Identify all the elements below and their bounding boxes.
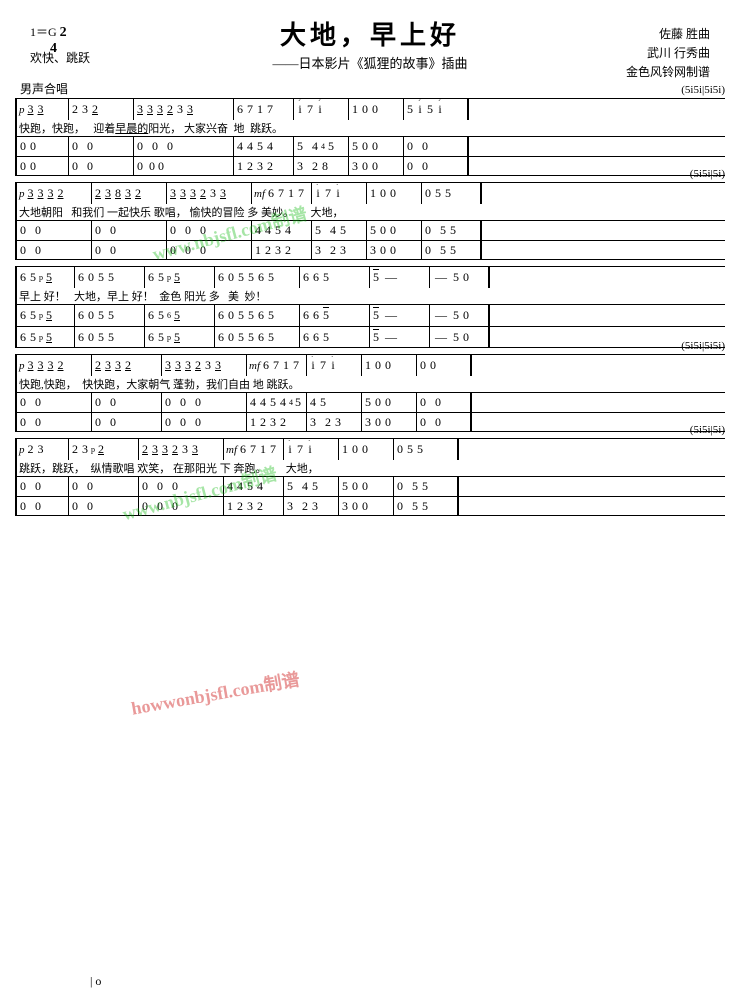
title-area: 大地，早上好 ——日本影片《狐狸的故事》插曲 <box>15 15 725 72</box>
m6: 1 0 0 <box>349 99 404 120</box>
time-signature: 2 <box>60 25 67 40</box>
subtitle: ——日本影片《狐狸的故事》插曲 <box>15 53 725 72</box>
page-marker: | o <box>90 974 101 989</box>
composer-line3: 金色风铃网制谱 <box>626 63 710 82</box>
sys4-lyrics1: 快跑,快跑， 快快跑，大家朝气 蓬勃，我们自由 地 跳跃。 <box>17 376 725 392</box>
m7: 5 i· 5 i· <box>404 99 469 120</box>
m1: p 3 3 <box>17 99 69 120</box>
sys2-lyrics1: 大地朝阳 和我们 一起快乐 歌唱， 愉快的冒险 多 美妙。 大地， <box>17 204 725 220</box>
dynamic-p1: p <box>19 104 25 116</box>
sys3-lyrics1: 早上 好！ 大地，早上 好！ 金色 阳光 多 美 妙！ <box>17 288 725 304</box>
sys3-row3: 6 5 p 5 6 0 5 5 6 5 p 5 <box>17 326 725 348</box>
sys2-row2: 0 0 0 0 0 0 0 4454 5 45 500 0 55 <box>17 220 725 240</box>
system-1: (5i5i|5i5i) p 3 3 2 3 2 3 <box>15 98 725 176</box>
sys4-row1: p 3 3 3 2 2 3 3 2 3 3 3 <box>17 354 725 376</box>
n1: 3 <box>27 102 35 117</box>
sys2-row1: p 3 3 3 2 2 3 8 3 2 3 3 <box>17 182 725 204</box>
watermark3: howwonbjsfl.com制谱 <box>129 665 301 720</box>
m2: 2 3 2 <box>69 99 134 120</box>
sys4-row3: 0 0 0 0 0 0 0 1232 3 23 300 0 0 <box>17 412 725 432</box>
sys5-row2: 0 0 0 0 0 0 0 4454 5 45 500 0 55 <box>17 476 725 496</box>
key-label: 1＝G <box>30 25 57 39</box>
hint-4: (5i5i|5i5i) <box>681 340 725 352</box>
system-4: (5i5i|5i5i) p 3 3 3 2 2 3 3 2 <box>15 354 725 432</box>
sys1-row3: 00 0 0 0 0 0 1232 3 28 300 0 0 <box>17 156 725 176</box>
system-3: 6 5 p 5 6 0 5 5 6 5 p 5 <box>15 266 725 348</box>
sys4-row2: 0 0 0 0 0 0 0 4454 45 45 500 0 0 <box>17 392 725 412</box>
sys5-row1: p 2 3 2 3 p 2 2 3 3 2 3 <box>17 438 725 460</box>
m5: i· 7 i· <box>294 99 349 120</box>
hint-1: (5i5i|5i5i) <box>681 84 725 96</box>
sys1-staff: p 3 3 2 3 2 3 3 3 2 3 3 <box>15 98 725 176</box>
voice-label: 男声合唱 <box>20 80 725 97</box>
sys3-staff: 6 5 p 5 6 0 5 5 6 5 p 5 <box>15 266 725 348</box>
sys1-row2: 00 0 0 0 0 0 4454 5 445 500 0 0 <box>17 136 725 156</box>
header: 1＝G 2 4 欢快、跳跃 大地，早上好 ——日本影片《狐狸的故事》插曲 佐藤 … <box>15 15 725 80</box>
sys2-row3: 0 0 0 0 0 0 0 1232 3 23 300 0 55 <box>17 240 725 260</box>
hint-2: (5i5i|5i) <box>690 168 725 180</box>
sys1-row1: p 3 3 2 3 2 3 3 3 2 3 3 <box>17 98 725 120</box>
composer-line2: 武川 行秀曲 <box>626 44 710 63</box>
sys3-row1: 6 5 p 5 6 0 5 5 6 5 p 5 <box>17 266 725 288</box>
main-title: 大地，早上好 <box>15 15 725 52</box>
score: (5i5i|5i5i) p 3 3 2 3 2 3 <box>15 98 725 516</box>
sys5-row3: 0 0 0 0 0 0 0 1232 3 23 300 0 55 <box>17 496 725 516</box>
tempo-label: 欢快、跳跃 <box>30 49 90 66</box>
m3: 3 3 3 2 3 3 <box>134 99 234 120</box>
n2: 3 <box>37 102 45 117</box>
sys1-lyrics1: 快跑，快跑， 迎着早晨的阳光， 大家兴奋 地 跳跃。 <box>17 120 725 136</box>
system-5: (5i5i|5i) p 2 3 2 3 p 2 2 <box>15 438 725 516</box>
sys4-staff: p 3 3 3 2 2 3 3 2 3 3 3 <box>15 354 725 432</box>
system-2: (5i5i|5i) p 3 3 3 2 2 3 8 3 2 <box>15 182 725 260</box>
composer-line1: 佐藤 胜曲 <box>626 25 710 44</box>
sys3-row2: 6 5 p 5 6 0 5 5 6 5 6 5 <box>17 304 725 326</box>
hint-5: (5i5i|5i) <box>690 424 725 436</box>
sys5-lyrics1: 跳跃，跳跃， 纵情歌唱 欢笑， 在那阳光 下 奔跑。 大地， <box>17 460 725 476</box>
composer-area: 佐藤 胜曲 武川 行秀曲 金色风铃网制谱 <box>626 25 710 83</box>
sys5-staff: p 2 3 2 3 p 2 2 3 3 2 3 <box>15 438 725 516</box>
page: 1＝G 2 4 欢快、跳跃 大地，早上好 ——日本影片《狐狸的故事》插曲 佐藤 … <box>0 0 740 994</box>
sys2-staff: p 3 3 3 2 2 3 8 3 2 3 3 <box>15 182 725 260</box>
m4: 6 7 1 7 <box>234 99 294 120</box>
